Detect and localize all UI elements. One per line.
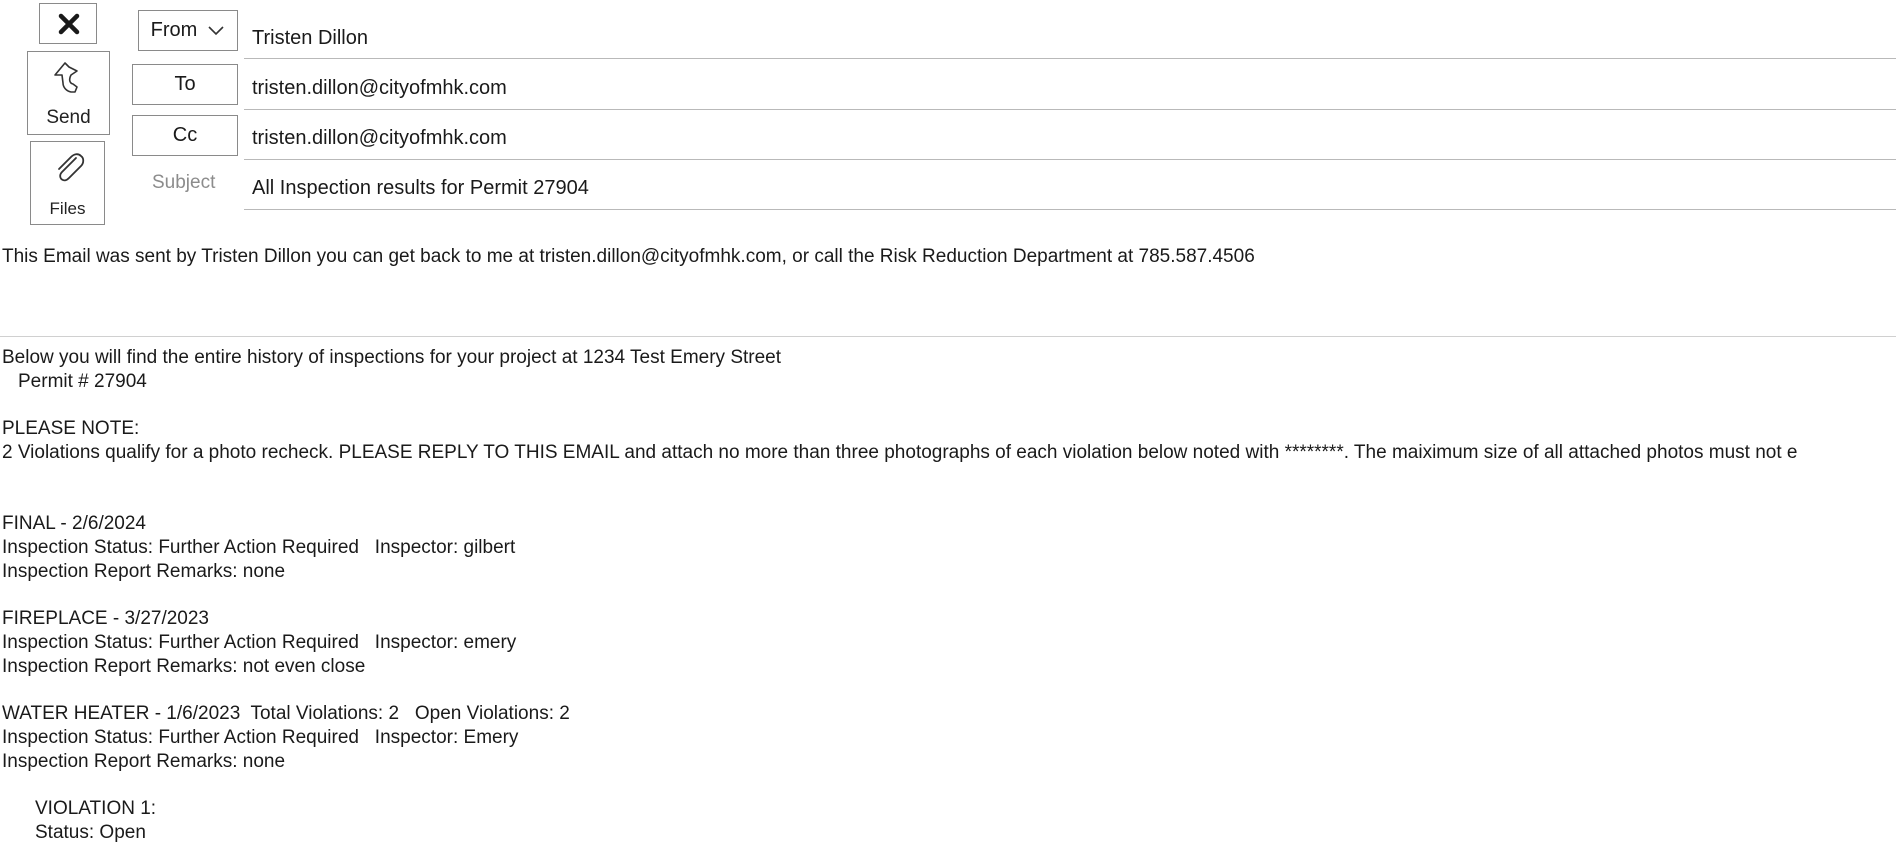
close-x-icon (58, 13, 80, 35)
subject-field[interactable]: All Inspection results for Permit 27904 (252, 177, 589, 200)
note-text: 2 Violations qualify for a photo recheck… (2, 442, 1798, 463)
divider (244, 159, 1896, 160)
divider (244, 109, 1896, 110)
to-label: To (174, 73, 196, 95)
inspection-remarks: Inspection Report Remarks: none (2, 751, 286, 772)
inspection-title: FIREPLACE - 3/27/2023 (2, 608, 209, 629)
cc-label: Cc (172, 124, 198, 146)
inspection-title: FINAL - 2/6/2024 (2, 513, 146, 534)
send-button[interactable]: Send (27, 51, 110, 135)
cc-field[interactable]: tristen.dillon@cityofmhk.com (252, 127, 507, 150)
inspection-status: Inspection Status: Further Action Requir… (2, 632, 517, 653)
cc-button[interactable]: Cc (132, 115, 238, 156)
intro-text: Below you will find the entire history o… (2, 347, 782, 368)
divider (244, 209, 1896, 210)
inspection-status: Inspection Status: Further Action Requir… (2, 727, 519, 748)
paperclip-icon (58, 153, 85, 182)
files-button[interactable]: Files (30, 141, 105, 225)
inspection-remarks: Inspection Report Remarks: not even clos… (2, 656, 366, 677)
to-button[interactable]: To (132, 64, 238, 105)
signature-text: This Email was sent by Tristen Dillon yo… (2, 246, 1255, 267)
permit-text: Permit # 27904 (18, 371, 147, 392)
close-button[interactable] (39, 3, 97, 44)
files-label: Files (49, 199, 86, 218)
from-label: From (150, 19, 198, 41)
to-field[interactable]: tristen.dillon@cityofmhk.com (252, 77, 507, 100)
from-dropdown[interactable]: From (138, 10, 238, 51)
send-arrow-icon (54, 62, 78, 93)
violation-status: Status: Open (35, 822, 146, 843)
send-label: Send (46, 107, 91, 128)
note-heading: PLEASE NOTE: (2, 418, 140, 439)
subject-label: Subject (152, 172, 216, 193)
violation-heading: VIOLATION 1: (35, 798, 157, 819)
inspection-remarks: Inspection Report Remarks: none (2, 561, 286, 582)
divider (244, 58, 1896, 59)
inspection-status: Inspection Status: Further Action Requir… (2, 537, 516, 558)
body-divider (0, 336, 1896, 337)
inspection-title: WATER HEATER - 1/6/2023 Total Violations… (2, 703, 570, 724)
chevron-down-icon (208, 25, 224, 35)
from-value: Tristen Dillon (252, 27, 368, 49)
